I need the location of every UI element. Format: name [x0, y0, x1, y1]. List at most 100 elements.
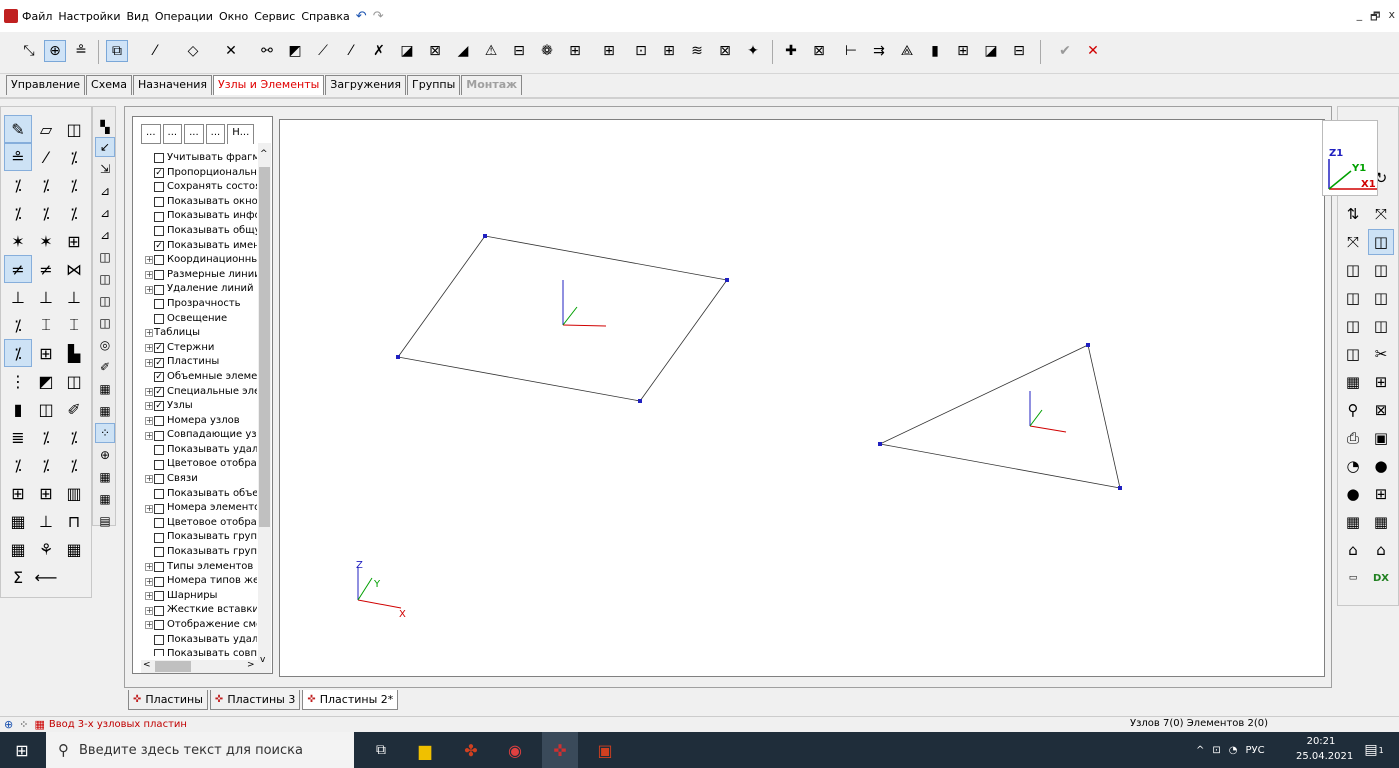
tree-item[interactable]: ✓ Объемные элеме	[145, 370, 257, 385]
menu-operations[interactable]: Операции	[155, 10, 213, 23]
brush-icon[interactable]: ✐	[60, 395, 88, 423]
group-filter2-icon[interactable]: ▦	[95, 401, 115, 421]
mesh-icon[interactable]: ◩	[284, 40, 306, 62]
windows-start-icon[interactable]: ⊞	[0, 732, 44, 768]
dots-icon[interactable]: ⋮	[4, 367, 32, 395]
tree-item[interactable]: + Отображение сме	[145, 618, 257, 633]
rv-icon[interactable]: ▭	[1340, 565, 1366, 591]
view-front-icon[interactable]: ◫	[1340, 257, 1366, 283]
menu-window[interactable]: Окно	[219, 10, 248, 23]
node-point[interactable]	[638, 399, 642, 403]
element-filter-icon[interactable]: ⊕	[95, 445, 115, 465]
tree-checkbox[interactable]	[154, 634, 164, 645]
cube-icon[interactable]: ◫	[60, 115, 88, 143]
add-volume-icon[interactable]: ◇	[182, 40, 204, 62]
tree-checkbox[interactable]	[154, 503, 164, 514]
zoom-icon[interactable]: ⚲	[1340, 397, 1366, 423]
node-point[interactable]	[1086, 343, 1090, 347]
task-view-icon[interactable]: ⧉	[366, 732, 396, 768]
tree-item[interactable]: + Связи	[145, 472, 257, 487]
filter-color-icon[interactable]: ▚	[95, 117, 115, 137]
node-mode-icon[interactable]: ⊕	[4, 718, 13, 731]
force-icon[interactable]: ⟵	[32, 563, 60, 591]
tree-item[interactable]: + ✓ Стержни	[145, 341, 257, 356]
select-icon[interactable]: ⤡	[18, 40, 40, 62]
tree-item[interactable]: + Номера узлов	[145, 414, 257, 429]
tab-scheme[interactable]: Схема	[86, 75, 133, 95]
matrix-filter-icon[interactable]: ▦	[95, 467, 115, 487]
slab-icon[interactable]: ◩	[32, 367, 60, 395]
bar-filter-icon[interactable]: ⊿	[95, 181, 115, 201]
n-icon[interactable]: ⁒	[60, 423, 88, 451]
triangle-icon[interactable]: ⁄	[340, 40, 362, 62]
l-icon[interactable]: ⁒	[60, 451, 88, 479]
red-grid-icon[interactable]: ⊞	[32, 479, 60, 507]
powerpoint-icon[interactable]: ▣	[590, 732, 620, 768]
hatch-icon[interactable]: ≠	[4, 255, 32, 283]
view-left-icon[interactable]: ◫	[1340, 285, 1366, 311]
node-merge-icon[interactable]: ▮	[924, 40, 946, 62]
chrome-icon[interactable]: ◉	[500, 732, 530, 768]
expand-icon[interactable]: +	[145, 271, 153, 280]
tree-tab-1[interactable]: ...	[141, 124, 161, 144]
tree-checkbox[interactable]	[154, 591, 164, 602]
tree-checkbox[interactable]: ✓	[154, 401, 164, 412]
node-point[interactable]	[878, 442, 882, 446]
tree-item[interactable]: + Жесткие вставки	[145, 603, 257, 618]
plate-filter-icon[interactable]: ◫	[95, 247, 115, 267]
minimize-button[interactable]: _	[1357, 8, 1363, 27]
copy-icon[interactable]: ⊞	[564, 40, 586, 62]
bar-num2-icon[interactable]: ⁒	[60, 143, 88, 171]
square-icon[interactable]: ◢	[452, 40, 474, 62]
tree-checkbox[interactable]	[154, 182, 164, 193]
divide-icon[interactable]: ⟋	[312, 40, 334, 62]
tree-item[interactable]: + Номера элементо	[145, 501, 257, 516]
expand-icon[interactable]: +	[145, 592, 153, 601]
add-plate-icon[interactable]: ⧉	[106, 40, 128, 62]
node-point[interactable]	[725, 278, 729, 282]
insert-icon[interactable]: ⇉	[868, 40, 890, 62]
tree-item[interactable]: Показывать совп	[145, 647, 257, 656]
model-canvas[interactable]: Z Y X	[279, 119, 1325, 677]
matrix-status-icon[interactable]: ▦	[34, 718, 44, 731]
tree-checkbox[interactable]	[154, 226, 164, 237]
cross-icon[interactable]: ✶	[4, 227, 32, 255]
taskbar-clock[interactable]: 20:21 25.04.2021	[1296, 734, 1353, 764]
support3-icon[interactable]: ⊥	[60, 283, 88, 311]
grid-palette-icon[interactable]: ⊞	[32, 339, 60, 367]
tree-checkbox[interactable]	[154, 299, 164, 310]
paint-filter-icon[interactable]: ✐	[95, 357, 115, 377]
rotate-icon[interactable]: ⊟	[508, 40, 530, 62]
tree-checkbox[interactable]	[154, 313, 164, 324]
tree-item[interactable]: Цветовое отобра:	[145, 457, 257, 472]
doc-tab-plates[interactable]: ✜ Пластины	[128, 690, 208, 710]
view-right-icon[interactable]: ◫	[1368, 285, 1394, 311]
numbering-icon[interactable]: ≗	[70, 40, 92, 62]
pack-icon[interactable]: ◪	[396, 40, 418, 62]
move-icon[interactable]: ⊞	[598, 40, 620, 62]
shape-icon[interactable]: ⌂	[1340, 537, 1366, 563]
node-point[interactable]	[1118, 486, 1122, 490]
tree-checkbox[interactable]	[154, 445, 164, 456]
tree-checkbox[interactable]	[154, 430, 164, 441]
node-point[interactable]	[483, 234, 487, 238]
tree-item[interactable]: Показывать общу	[145, 224, 257, 239]
support2-icon[interactable]: ⊥	[32, 283, 60, 311]
print-icon[interactable]: ⎙	[1340, 425, 1366, 451]
tree-item[interactable]: + Типы элементов	[145, 560, 257, 575]
node-split-icon[interactable]: ⟁	[896, 40, 918, 62]
tab-loads[interactable]: Загружения	[325, 75, 406, 95]
restore-button[interactable]: 🗗	[1370, 8, 1380, 27]
red-table-icon[interactable]: ▦	[1340, 509, 1366, 535]
node-num-icon[interactable]: ≗	[4, 143, 32, 171]
sum-icon[interactable]: Σ	[4, 563, 32, 591]
tree-tab-5[interactable]: Н...	[227, 124, 255, 144]
tree-item[interactable]: + Совпадающие узл	[145, 428, 257, 443]
eraser-icon[interactable]: ▱	[32, 115, 60, 143]
rotate-y-icon[interactable]: ⤧	[1368, 201, 1394, 227]
expand-icon[interactable]: +	[145, 256, 153, 265]
eccentric-icon[interactable]: ⁒	[60, 199, 88, 227]
grid-gen-icon[interactable]: ⊞	[952, 40, 974, 62]
view-iso-icon[interactable]: ⤧	[1340, 229, 1366, 255]
pencil-icon[interactable]: ✎	[4, 115, 32, 143]
